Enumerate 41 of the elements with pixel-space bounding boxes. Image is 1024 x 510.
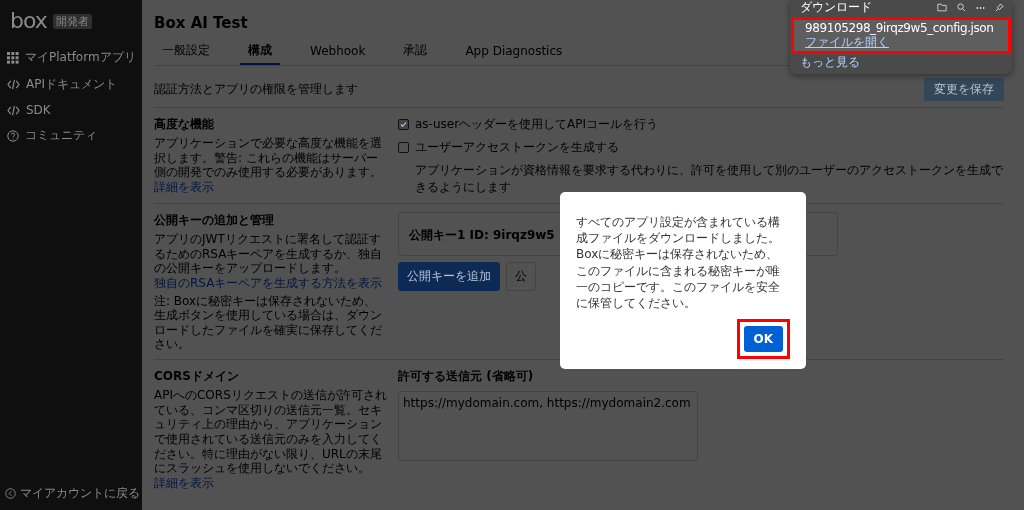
origins-field[interactable]: https://mydomain.com, https://mydomain2.com bbox=[398, 391, 698, 461]
section-description: アプリケーションで必要な高度な機能を選択します。警告: これらの機能はサーバー側の開発でのみ使用する必要があります。 詳細を表示 bbox=[154, 136, 383, 195]
checkbox[interactable] bbox=[398, 119, 409, 130]
section-description: アプリのJWTリクエストに署名して認証するためのRSAキーペアを生成するか、独自の公開キーをアップロードします。 独自のRSAキーペアを生成する方法を表示 bbox=[154, 232, 384, 291]
back-icon bbox=[5, 488, 16, 499]
panel-title: ダウンロード bbox=[800, 1, 873, 15]
section-title: CORSドメイン bbox=[154, 368, 240, 385]
dialog-message: すべてのアプリ設定が含まれている構成ファイルをダウンロードしました。Boxに秘密キーは保存されないため、このファイルに含まれる秘密キーが唯一のコピーです。このファイルを安全に保管してください。 bbox=[576, 214, 781, 312]
folder-icon[interactable] bbox=[937, 3, 947, 13]
option-hint: アプリケーションが資格情報を要求する代わりに、許可を使用して別のユーザーのアクセストークンを生成できるようにします bbox=[415, 162, 1004, 196]
sidebar-item[interactable]: SDK bbox=[0, 98, 142, 122]
sidebar-item[interactable]: APIドキュメント bbox=[0, 71, 142, 98]
option-label: ユーザーアクセストークンを生成する bbox=[415, 139, 619, 156]
open-file-link[interactable]: ファイルを開く bbox=[805, 35, 994, 50]
key-button[interactable]: 公開キーを追加 bbox=[398, 262, 500, 291]
page-description: 認証方法とアプリの権限を管理します bbox=[154, 81, 358, 98]
grid-icon bbox=[7, 51, 19, 64]
save-button[interactable]: 変更を保存 bbox=[924, 78, 1004, 101]
key-label: 公開キー1 ID: 9irqz9w5 bbox=[409, 228, 555, 242]
download-item[interactable]: 989105298_9irqz9w5_config.json ファイルを開く bbox=[794, 19, 1008, 52]
code-icon bbox=[7, 79, 20, 90]
app-title: Box AI Test bbox=[154, 14, 248, 32]
checkbox[interactable] bbox=[398, 142, 409, 153]
search-icon[interactable] bbox=[957, 3, 966, 13]
option-label: as-userヘッダーを使用してAPIコールを行う bbox=[415, 116, 659, 133]
back-link[interactable]: マイアカウントに戻る bbox=[0, 485, 142, 502]
field-label: 許可する送信元 (省略可) bbox=[398, 368, 534, 385]
note-text: 注: Boxに秘密キーは保存されないため、生成ボタンを使用している場合は、ダウンロードしたファイルを確実に保存してください。 bbox=[154, 293, 383, 352]
sidebar-item[interactable]: マイPlatformアプリ bbox=[0, 44, 142, 71]
code-icon bbox=[7, 104, 20, 116]
ok-button[interactable]: OK bbox=[743, 326, 783, 353]
more-link[interactable]: もっと見る bbox=[790, 54, 1012, 71]
section-title: 公開キーの追加と管理 bbox=[154, 212, 275, 229]
sidebar-item[interactable]: コミュニティ bbox=[0, 122, 142, 149]
more-icon[interactable] bbox=[976, 5, 985, 10]
file-name: 989105298_9irqz9w5_config.json bbox=[805, 21, 994, 36]
section-title: 高度な機能 bbox=[154, 116, 215, 133]
pin-icon[interactable] bbox=[995, 3, 1004, 13]
help-icon bbox=[7, 129, 19, 142]
developer-badge: 開発者 bbox=[52, 13, 92, 29]
logo[interactable]: box bbox=[10, 10, 47, 32]
